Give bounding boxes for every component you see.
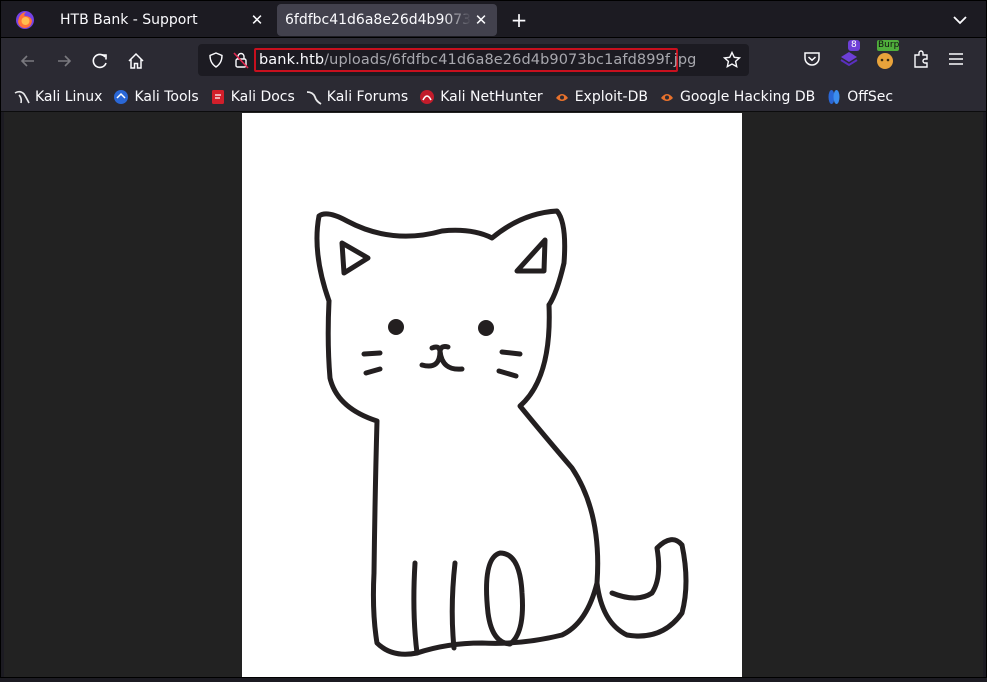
extension-badge-count: 8 <box>848 40 860 51</box>
offsec-icon <box>828 90 840 104</box>
home-icon[interactable] <box>125 50 147 72</box>
tab-image[interactable]: 6fdfbc41d6a8e26d4b9073bc1afd899f.jpg ✕ <box>277 4 497 36</box>
uploaded-image[interactable] <box>242 113 742 678</box>
burp-icon[interactable]: Burp <box>873 40 899 71</box>
bookmark-kali-docs[interactable]: Kali Docs <box>210 89 295 105</box>
bookmarks-toolbar: Kali Linux Kali Tools Kali Docs Kali For… <box>0 83 987 112</box>
bookmark-label: Google Hacking DB <box>679 89 816 105</box>
bookmark-label: Kali Linux <box>35 89 103 105</box>
nethunter-icon <box>420 90 435 104</box>
firefox-logo-icon[interactable] <box>15 10 35 30</box>
url-path: /uploads/6fdfbc41d6a8e26d4b9073bc1afd899… <box>324 52 697 68</box>
bookmark-label: Kali Tools <box>134 89 199 105</box>
bookmark-kali-nethunter[interactable]: Kali NetHunter <box>419 89 543 105</box>
bookmark-kali-linux[interactable]: Kali Linux <box>14 89 102 105</box>
bookmark-exploit-db[interactable]: Exploit-DB <box>554 89 648 105</box>
tab-bar: HTB Bank - Support ✕ 6fdfbc41d6a8e26d4b9… <box>0 0 987 38</box>
kali-forums-icon <box>306 91 322 105</box>
new-tab-plus-icon[interactable]: + <box>509 9 529 31</box>
close-icon[interactable]: ✕ <box>247 11 267 29</box>
bookmark-kali-forums[interactable]: Kali Forums <box>306 89 408 105</box>
page-content <box>4 112 983 678</box>
shield-icon[interactable] <box>207 51 225 69</box>
bookmark-label: Exploit-DB <box>574 89 648 105</box>
chevron-down-icon[interactable] <box>951 11 969 29</box>
bookmark-label: OffSec <box>847 89 894 105</box>
bookmark-offsec[interactable]: OffSec <box>826 89 893 105</box>
extension-badge-icon[interactable]: 8 <box>837 40 861 71</box>
pocket-icon[interactable] <box>800 47 824 71</box>
hamburger-menu-icon[interactable] <box>944 47 968 71</box>
kali-tools-icon <box>114 90 129 104</box>
tab-title: HTB Bank - Support <box>60 12 198 28</box>
burp-label: Burp <box>877 40 899 51</box>
kali-dragon-icon <box>14 90 30 104</box>
back-arrow-icon[interactable] <box>17 50 39 72</box>
forward-arrow-icon[interactable] <box>53 50 75 72</box>
bookmark-google-hacking-db[interactable]: Google Hacking DB <box>659 89 815 105</box>
kali-docs-icon <box>211 90 224 104</box>
navigation-toolbar: bank.htb/uploads/6fdfbc41d6a8e26d4b9073b… <box>0 38 987 83</box>
reload-icon[interactable] <box>89 50 111 72</box>
close-icon[interactable]: ✕ <box>471 11 491 29</box>
cat-drawing-icon <box>314 208 689 657</box>
insecure-lock-icon[interactable] <box>233 51 249 69</box>
url-host: bank.htb <box>259 52 325 68</box>
exploit-db-icon <box>555 94 568 101</box>
url-bar[interactable]: bank.htb/uploads/6fdfbc41d6a8e26d4b9073b… <box>198 44 749 76</box>
bookmark-kali-tools[interactable]: Kali Tools <box>113 89 199 105</box>
url-text[interactable]: bank.htb/uploads/6fdfbc41d6a8e26d4b9073b… <box>259 49 696 71</box>
bookmark-star-icon[interactable] <box>722 50 742 70</box>
tab-htb-bank-support[interactable]: HTB Bank - Support ✕ <box>48 4 273 36</box>
ghdb-icon <box>660 94 673 101</box>
bookmark-label: Kali Forums <box>326 89 409 105</box>
bookmark-label: Kali NetHunter <box>440 89 543 105</box>
tab-title: 6fdfbc41d6a8e26d4b9073bc1afd899f.jpg <box>285 12 471 28</box>
bookmark-label: Kali Docs <box>230 89 295 105</box>
extensions-puzzle-icon[interactable] <box>909 47 933 71</box>
